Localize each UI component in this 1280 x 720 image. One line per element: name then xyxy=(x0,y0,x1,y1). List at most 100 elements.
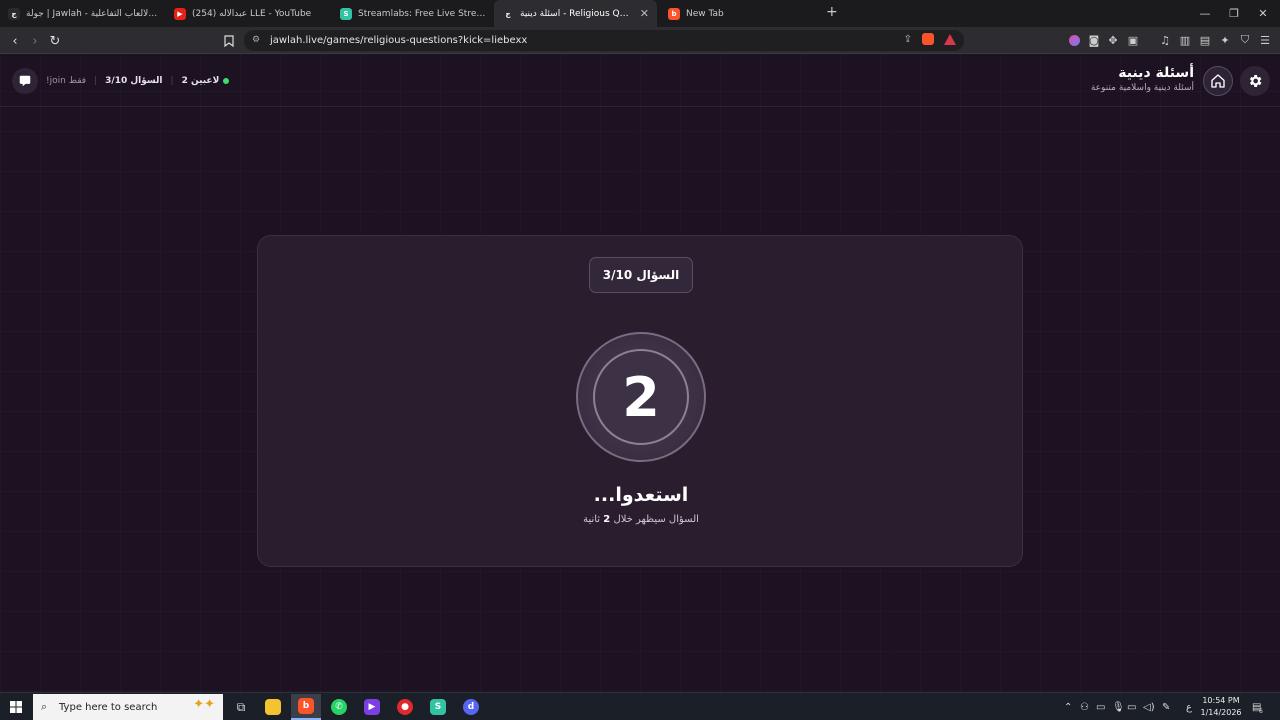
players-count-text: 2 لاعبين xyxy=(181,76,220,86)
search-placeholder: Type here to search xyxy=(59,701,158,713)
back-icon[interactable]: ‹ xyxy=(6,32,24,50)
task-view-icon: ⧉ xyxy=(236,699,246,714)
forward-icon[interactable]: › xyxy=(26,32,44,50)
notification-icon: ▤ 6 xyxy=(1252,701,1263,715)
brave-icon: b xyxy=(668,7,680,20)
countdown-ring: 2 xyxy=(576,332,706,462)
tab-jawlah-home[interactable]: ج جولة | Jawlah - منصة الألعاب التفاعلية xyxy=(0,0,166,27)
search-icon: ⌕ xyxy=(41,700,48,713)
brave-rewards-icon[interactable] xyxy=(944,33,956,45)
game-title: أسئلة دينية xyxy=(1118,65,1194,81)
extension-profile-icon[interactable] xyxy=(1067,33,1081,47)
leo-ai-icon[interactable]: ✦ xyxy=(1218,33,1232,47)
countdown-number: 2 xyxy=(593,349,689,445)
gear-icon xyxy=(1249,75,1262,87)
vpn-shield-icon[interactable]: ⛉ xyxy=(1238,33,1252,47)
tab-title: (254) عبدالاله LLE - YouTube xyxy=(192,8,312,19)
get-ready-heading: استعدوا... xyxy=(593,484,689,506)
browser-tab-strip: ج جولة | Jawlah - منصة الألعاب التفاعلية… xyxy=(0,0,1280,27)
address-bar[interactable]: ⚙ jawlah.live/games/religious-questions?… xyxy=(244,30,964,51)
network-icon[interactable]: ▭ xyxy=(1127,693,1136,720)
new-tab-button[interactable]: + xyxy=(826,4,838,20)
close-window-icon[interactable]: ✕ xyxy=(1246,0,1280,27)
share-icon[interactable]: ⇪ xyxy=(904,34,912,45)
discord-button[interactable]: d xyxy=(456,694,486,720)
site-info-icon[interactable]: ⚙ xyxy=(252,35,263,46)
windows-logo-icon xyxy=(10,701,22,713)
recorder-icon: ● xyxy=(397,699,413,715)
chat-bubble-icon xyxy=(19,75,31,87)
streamlabs-icon: S xyxy=(430,699,446,715)
close-tab-icon[interactable]: ✕ xyxy=(640,7,649,20)
windows-taskbar: ⌕ Type here to search ✦✦ ⧉ b ✆ ▶ ● S d ⌃… xyxy=(0,692,1280,720)
camera-extension-icon[interactable]: ◙ xyxy=(1087,33,1101,47)
brave-icon: b xyxy=(298,698,314,714)
notifications-button[interactable]: ▤ 6 xyxy=(1252,693,1263,720)
subtitle-suffix: ثانية xyxy=(583,514,601,525)
home-button[interactable] xyxy=(1203,66,1233,96)
streamlabs-taskbar-button[interactable]: S xyxy=(423,694,453,720)
tab-new-tab[interactable]: b New Tab xyxy=(660,0,820,27)
divider: | xyxy=(170,76,174,86)
clipchamp-button[interactable]: ▶ xyxy=(357,694,387,720)
folder-icon xyxy=(265,699,281,715)
bookmark-icon[interactable] xyxy=(220,32,238,50)
youtube-icon: ▶ xyxy=(174,7,186,20)
notification-count: 6 xyxy=(1259,707,1263,715)
home-icon xyxy=(1211,74,1225,88)
subtitle-seconds: 2 xyxy=(603,514,611,525)
game-header: أسئلة دينية أسئلة دينية واسلامية متنوعة … xyxy=(0,54,1280,107)
brave-shields-icon[interactable] xyxy=(922,33,934,45)
input-language[interactable]: ع xyxy=(1186,693,1192,720)
whatsapp-button[interactable]: ✆ xyxy=(324,694,354,720)
chat-button[interactable] xyxy=(12,68,38,94)
menu-icon[interactable]: ☰ xyxy=(1258,33,1272,47)
settings-button[interactable] xyxy=(1240,66,1270,96)
capcut-button[interactable]: ● xyxy=(390,694,420,720)
microphone-icon[interactable]: 🎙︎ xyxy=(1112,693,1125,720)
jawlah-logo-icon: ج xyxy=(8,7,20,20)
tray-overflow-icon[interactable]: ⌃ xyxy=(1064,693,1072,720)
join-hint: !join فقط xyxy=(46,76,87,86)
brave-taskbar-button[interactable]: b xyxy=(291,694,321,720)
tab-title: New Tab xyxy=(686,8,724,19)
reload-icon[interactable]: ↻ xyxy=(46,32,64,50)
extensions-puzzle-icon[interactable]: ✥ xyxy=(1106,33,1120,47)
screenshot-extension-icon[interactable]: ▣ xyxy=(1126,33,1140,47)
game-subtitle: أسئلة دينية واسلامية متنوعة xyxy=(1090,83,1194,93)
tab-title: جولة | Jawlah - منصة الألعاب التفاعلية xyxy=(26,8,158,19)
clock-date: 1/14/2026 xyxy=(1200,708,1242,717)
tray-display-icon[interactable]: ▭ xyxy=(1096,693,1105,720)
file-explorer-button[interactable] xyxy=(258,694,288,720)
subtitle-prefix: السؤال سيظهر خلال xyxy=(613,514,699,525)
taskbar-clock[interactable]: 10:54 PM 1/14/2026 xyxy=(1196,695,1246,719)
tab-title: أسئلة دينية - Religious Questions xyxy=(520,8,634,19)
question-badge: السؤال 3/10 xyxy=(589,257,693,293)
sidebar-toggle-icon[interactable]: ▥ xyxy=(1178,33,1192,47)
browser-toolbar: ‹ › ↻ ⚙ jawlah.live/games/religious-ques… xyxy=(0,27,1280,54)
whatsapp-icon: ✆ xyxy=(331,699,347,715)
clock-time: 10:54 PM xyxy=(1202,696,1240,705)
game-title-block: أسئلة دينية أسئلة دينية واسلامية متنوعة xyxy=(1091,65,1194,93)
countdown-subtitle: السؤال سيظهر خلال 2 ثانية xyxy=(258,514,1024,525)
tab-religious-questions[interactable]: ج أسئلة دينية - Religious Questions ✕ xyxy=(494,0,657,27)
pen-icon[interactable]: ✎ xyxy=(1162,693,1170,720)
start-button[interactable] xyxy=(0,693,32,720)
url-text: jawlah.live/games/religious-questions?ki… xyxy=(270,35,528,46)
jawlah-logo-icon: ج xyxy=(505,9,511,18)
search-highlight-icon: ✦✦ xyxy=(193,697,215,712)
volume-icon[interactable]: ◁) xyxy=(1143,693,1155,720)
tab-streamlabs[interactable]: S Streamlabs: Free Live Streaming & Re xyxy=(332,0,494,27)
streamlabs-icon: S xyxy=(340,7,352,20)
tab-youtube[interactable]: ▶ (254) عبدالاله LLE - YouTube xyxy=(166,0,332,27)
wallet-icon[interactable]: ▤ xyxy=(1198,33,1212,47)
online-status-dot xyxy=(223,78,230,84)
task-view-button[interactable]: ⧉ xyxy=(226,694,256,720)
tab-title: Streamlabs: Free Live Streaming & Re xyxy=(358,8,486,19)
players-count: 2 لاعبين xyxy=(182,76,230,86)
tray-app-icon[interactable]: ⚇ xyxy=(1080,693,1089,720)
question-progress: السؤال 3/10 xyxy=(105,76,163,86)
taskbar-search[interactable]: ⌕ Type here to search ✦✦ xyxy=(33,694,223,720)
media-controls-icon[interactable]: ♫ xyxy=(1158,33,1172,47)
divider: | xyxy=(94,76,98,86)
